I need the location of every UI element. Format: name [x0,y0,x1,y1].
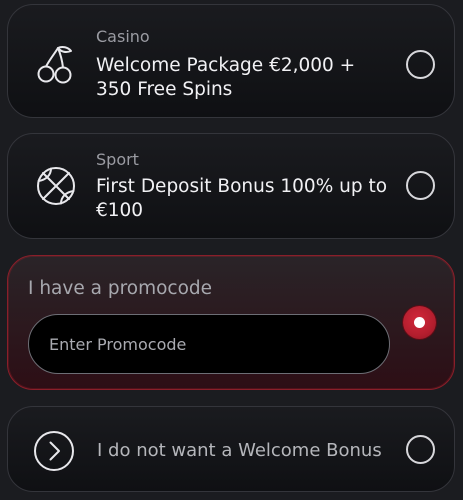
sport-category-label: Sport [96,150,139,169]
no-bonus-radio-button[interactable] [406,435,435,464]
casino-welcome-option[interactable]: Casino Welcome Package €2,000 + 350 Free… [7,4,455,118]
promocode-radio-button[interactable] [403,306,436,339]
sport-offer-title: First Deposit Bonus 100% up to €100 [96,176,388,221]
chevron-right-circle-icon [34,431,74,471]
casino-radio-button[interactable] [406,50,435,79]
promocode-input[interactable] [28,314,390,374]
casino-category-label: Casino [96,27,150,46]
casino-offer-title: Welcome Package €2,000 + 350 Free Spins [96,55,356,100]
promocode-option[interactable]: I have a promocode [7,255,455,390]
sport-welcome-option[interactable]: Sport First Deposit Bonus 100% up to €10… [7,133,455,239]
promocode-label: I have a promocode [28,278,213,299]
cherries-icon [37,46,72,84]
no-bonus-label: I do not want a Welcome Bonus [97,440,382,461]
sport-radio-button[interactable] [406,171,435,200]
basketball-icon [37,167,75,205]
no-bonus-option[interactable]: I do not want a Welcome Bonus [7,406,455,492]
selected-dot [414,317,425,328]
